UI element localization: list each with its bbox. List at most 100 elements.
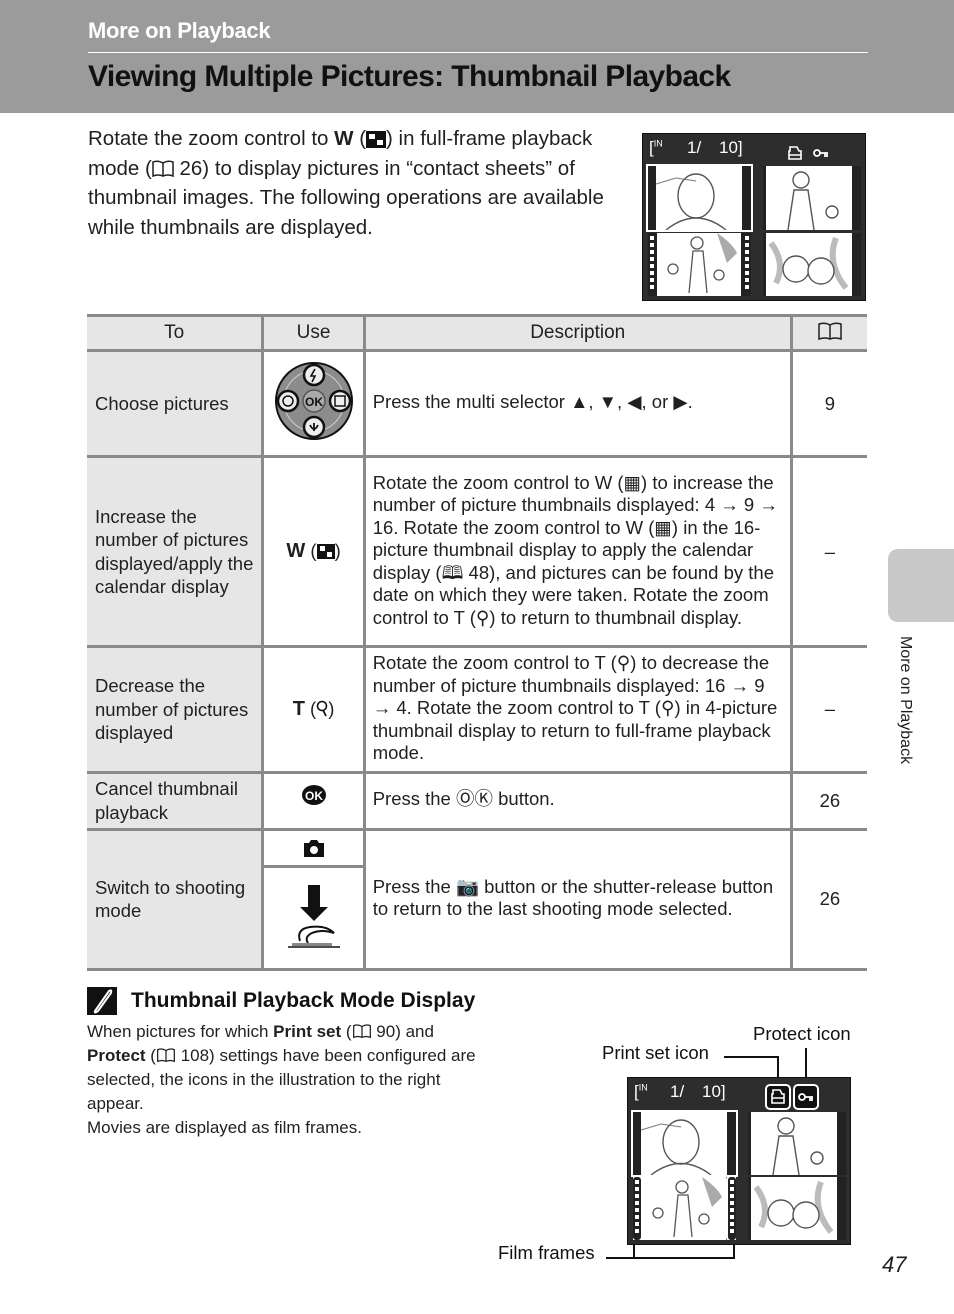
table-row: Choose pictures OK Press the multi selec… bbox=[87, 349, 867, 458]
row-page-ref: 26 bbox=[789, 770, 867, 831]
note-text: 90) and bbox=[371, 1022, 434, 1041]
row-control bbox=[261, 827, 366, 971]
ok-button-icon: OK bbox=[301, 784, 326, 805]
frame-total: 10] bbox=[719, 138, 743, 157]
note-text: When pictures for which bbox=[87, 1022, 274, 1041]
frame-counter: 1/ bbox=[687, 138, 702, 157]
portrait-drawing bbox=[656, 173, 727, 230]
row-description: Rotate the zoom control to T (⚲) to decr… bbox=[362, 645, 793, 774]
book-icon bbox=[352, 1024, 371, 1039]
book-icon bbox=[157, 1048, 175, 1063]
portrait-drawing bbox=[641, 1119, 712, 1175]
thumbnail-4[interactable] bbox=[748, 1177, 846, 1240]
w-label: W bbox=[286, 540, 306, 562]
film-frame-right bbox=[743, 233, 751, 296]
annotated-screen-illustration: [IN 1/ 10] bbox=[627, 1077, 851, 1245]
page-title: Viewing Multiple Pictures: Thumbnail Pla… bbox=[88, 60, 731, 93]
table-row: Switch to shooting mode Press the 📷 butt… bbox=[87, 827, 867, 971]
camera-control bbox=[264, 831, 363, 868]
section-title: More on Playback bbox=[88, 18, 271, 43]
row-control: OK bbox=[261, 349, 366, 458]
print-set-term: Print set bbox=[273, 1022, 342, 1041]
thumbnail-4[interactable] bbox=[763, 233, 861, 296]
row-action: Choose pictures bbox=[87, 349, 265, 458]
shutter-control bbox=[264, 868, 362, 968]
row-description: Press the multi selector ▲, ▼, ◀, or ▶. bbox=[362, 349, 793, 458]
row-control: OK bbox=[261, 770, 366, 831]
row-control: W () bbox=[261, 455, 366, 648]
protect-icon bbox=[813, 149, 828, 157]
memory-indicator: [IN bbox=[634, 1082, 648, 1101]
row-page-ref: – bbox=[789, 455, 867, 648]
row-page-ref: 9 bbox=[789, 349, 867, 458]
svg-text:OK: OK bbox=[305, 789, 323, 803]
frame-total: 10] bbox=[702, 1082, 726, 1101]
page-number: 47 bbox=[882, 1252, 907, 1277]
book-icon bbox=[152, 159, 174, 177]
svg-text:OK: OK bbox=[305, 395, 323, 409]
flowers-drawing bbox=[753, 1180, 834, 1234]
row-page-ref: – bbox=[789, 645, 867, 774]
chapter-tab bbox=[888, 549, 954, 622]
note-text: 108) settings have been configured are s… bbox=[87, 1046, 476, 1113]
print-set-icon bbox=[788, 146, 802, 160]
operations-table: To Use Description Choose pictures OK Pr… bbox=[87, 314, 867, 971]
thumbnail-3-movie[interactable] bbox=[648, 233, 751, 296]
note-title: Thumbnail Playback Mode Display bbox=[131, 989, 476, 1012]
family-drawing bbox=[667, 233, 737, 294]
table-row: Increase the number of pictures displaye… bbox=[87, 455, 867, 648]
film-frame-left bbox=[633, 1177, 643, 1240]
row-page-ref: 26 bbox=[789, 827, 867, 971]
row-action: Increase the number of pictures displaye… bbox=[87, 455, 265, 648]
thumbnail-2[interactable] bbox=[763, 166, 861, 230]
column-header-to: To bbox=[87, 314, 265, 352]
protect-term: Protect bbox=[87, 1046, 146, 1065]
memory-indicator: [IN bbox=[649, 138, 663, 157]
thumbnail-1[interactable] bbox=[646, 164, 753, 232]
w-label: W bbox=[334, 127, 354, 150]
page-header: More on Playback Viewing Multiple Pictur… bbox=[0, 0, 954, 113]
movies-note: Movies are displayed as film frames. bbox=[87, 1118, 362, 1137]
table-row: Decrease the number of pictures displaye… bbox=[87, 645, 867, 774]
thumbnail-screen-illustration: [IN 1/ 10] bbox=[642, 133, 866, 301]
intro-text: Rotate the zoom control to bbox=[88, 127, 335, 150]
film-frame-left bbox=[648, 233, 656, 296]
thumbnail-grid-icon bbox=[366, 131, 387, 148]
family-drawing bbox=[652, 1177, 722, 1238]
film-frame-right bbox=[726, 1177, 736, 1240]
film-frames-callout: Film frames bbox=[498, 1242, 595, 1263]
note-body: When pictures for which Print set ( 90) … bbox=[87, 1022, 476, 1137]
column-header-use: Use bbox=[261, 314, 366, 352]
description-text: Press the multi selector ▲, ▼, ◀, or ▶. bbox=[372, 391, 693, 413]
shutter-press-icon bbox=[287, 884, 340, 948]
row-control: T () bbox=[261, 645, 366, 774]
thumbnail-grid-icon bbox=[316, 544, 335, 559]
thumbnail-3-movie[interactable] bbox=[633, 1177, 736, 1240]
column-header-description: Description bbox=[362, 314, 793, 352]
mother-child-drawing bbox=[772, 1117, 824, 1175]
book-icon bbox=[818, 322, 842, 341]
header-divider bbox=[88, 52, 868, 53]
frame-counter: 1/ bbox=[670, 1082, 685, 1101]
table-row: Cancel thumbnail playback OK Press the Ⓞ… bbox=[87, 770, 867, 831]
magnify-icon bbox=[316, 700, 328, 717]
multi-selector-icon: OK bbox=[274, 362, 353, 440]
intro-paragraph: Rotate the zoom control to W () in full-… bbox=[88, 127, 604, 239]
print-set-icon bbox=[765, 1084, 791, 1110]
row-action: Cancel thumbnail playback bbox=[87, 770, 265, 831]
thumbnail-2[interactable] bbox=[748, 1112, 846, 1175]
note-pencil-icon bbox=[87, 987, 117, 1015]
column-header-reference bbox=[789, 314, 867, 352]
flowers-drawing bbox=[768, 236, 849, 290]
chapter-tab-label: More on Playback bbox=[897, 636, 914, 765]
row-action: Switch to shooting mode bbox=[87, 827, 265, 971]
table-header-row: To Use Description bbox=[87, 314, 867, 352]
mother-child-drawing bbox=[787, 171, 839, 230]
row-description: Rotate the zoom control to W (▦) to incr… bbox=[362, 455, 793, 648]
row-action: Decrease the number of pictures displaye… bbox=[87, 645, 265, 774]
protect-icon bbox=[793, 1084, 819, 1110]
thumbnail-1[interactable] bbox=[631, 1110, 738, 1177]
row-description: Press the ⓄⓀ button. bbox=[362, 770, 793, 831]
t-label: T bbox=[292, 697, 305, 720]
row-description: Press the 📷 button or the shutter-releas… bbox=[362, 827, 793, 971]
